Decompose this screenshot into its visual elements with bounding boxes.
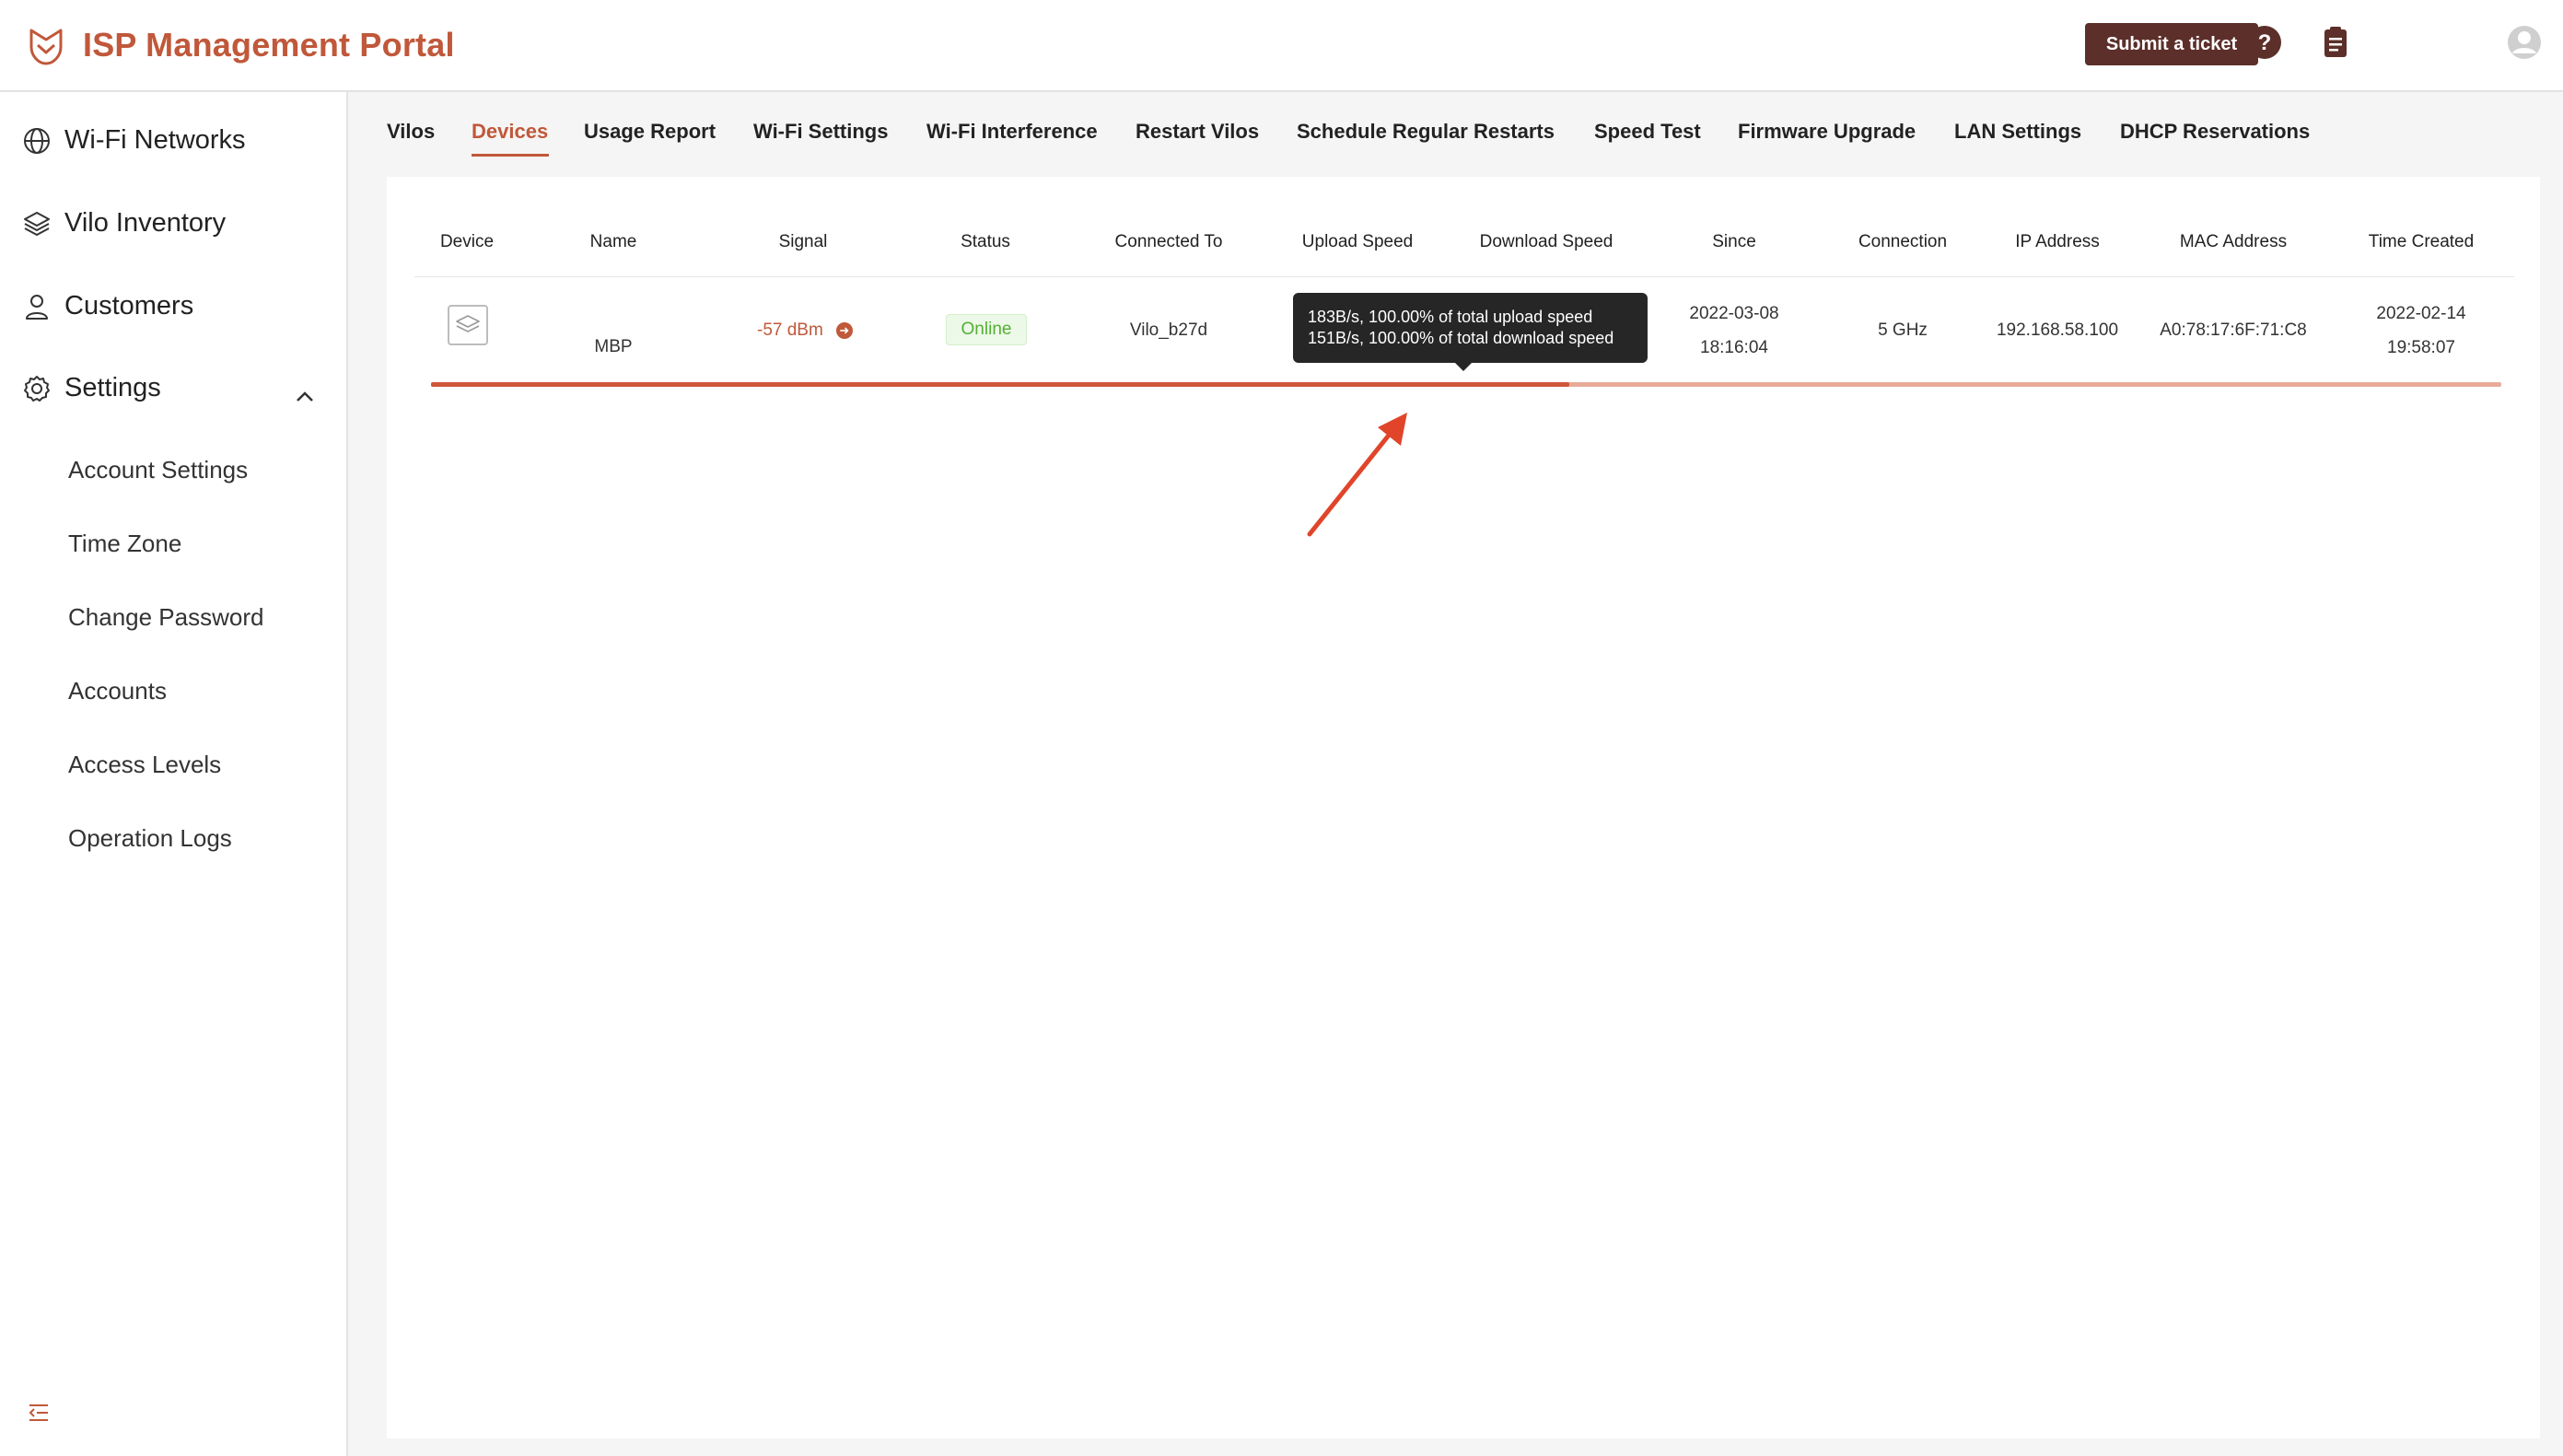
person-icon bbox=[26, 294, 48, 320]
device-layers-icon bbox=[448, 305, 488, 345]
sidebar-item-label: Wi-Fi Networks bbox=[64, 125, 246, 155]
column-header-mac-address[interactable]: MAC Address bbox=[2180, 232, 2287, 252]
tab-usage-report[interactable]: Usage Report bbox=[584, 120, 716, 144]
gear-icon bbox=[24, 375, 50, 402]
signal-value: -57 dBm bbox=[757, 320, 823, 340]
tab-wifi-interference[interactable]: Wi-Fi Interference bbox=[926, 120, 1098, 144]
submit-ticket-button[interactable]: Submit a ticket bbox=[2085, 23, 2258, 65]
layers-icon bbox=[24, 211, 50, 236]
sidebar-item-label: Vilo Inventory bbox=[64, 208, 227, 238]
top-header: ISP Management Portal Submit a ticket ? bbox=[0, 0, 2563, 92]
created-date: 2022-02-14 bbox=[2376, 304, 2466, 323]
column-header-ip-address[interactable]: IP Address bbox=[2015, 232, 2100, 252]
status-badge: Online bbox=[946, 314, 1027, 345]
clipboard-icon[interactable] bbox=[2317, 24, 2354, 61]
tab-dhcp-reservations[interactable]: DHCP Reservations bbox=[2120, 120, 2310, 144]
device-name: MBP bbox=[594, 337, 633, 356]
since-date: 2022-03-08 bbox=[1689, 304, 1779, 323]
connection-band: 5 GHz bbox=[1878, 320, 1928, 340]
active-tab-indicator bbox=[472, 154, 549, 157]
tab-vilos[interactable]: Vilos bbox=[387, 120, 435, 144]
app-title: ISP Management Portal bbox=[83, 26, 455, 64]
column-header-signal[interactable]: Signal bbox=[779, 232, 828, 252]
tab-schedule-regular-restarts[interactable]: Schedule Regular Restarts bbox=[1297, 120, 1555, 144]
tooltip-upload-line: 183B/s, 100.00% of total upload speed bbox=[1308, 308, 1593, 326]
column-header-name[interactable]: Name bbox=[590, 232, 637, 252]
help-circle-icon[interactable]: ? bbox=[2246, 24, 2283, 61]
ip-address: 192.168.58.100 bbox=[1996, 320, 2119, 340]
tab-firmware-upgrade[interactable]: Firmware Upgrade bbox=[1738, 120, 1916, 144]
sidebar-subitem-change-password[interactable]: Change Password bbox=[68, 603, 263, 632]
column-header-download-speed[interactable]: Download Speed bbox=[1480, 232, 1614, 252]
usage-progress-fill bbox=[431, 382, 1570, 387]
usage-progress-bar[interactable] bbox=[431, 382, 2501, 387]
sidebar: Wi-Fi Networks Vilo Inventory Customers … bbox=[0, 92, 348, 1456]
sidebar-subitem-access-levels[interactable]: Access Levels bbox=[68, 751, 221, 779]
logo[interactable]: ISP Management Portal bbox=[24, 23, 455, 67]
column-header-status[interactable]: Status bbox=[961, 232, 1010, 252]
red-arrow-icon bbox=[1307, 413, 1407, 537]
fox-logo-icon bbox=[29, 29, 63, 65]
sidebar-item-customers[interactable]: Customers bbox=[22, 291, 193, 321]
tab-speed-test[interactable]: Speed Test bbox=[1594, 120, 1701, 144]
sidebar-item-wifi-networks[interactable]: Wi-Fi Networks bbox=[22, 125, 246, 156]
sidebar-item-vilo-inventory[interactable]: Vilo Inventory bbox=[22, 208, 226, 239]
sidebar-item-label: Settings bbox=[64, 373, 161, 402]
speed-tooltip: 183B/s, 100.00% of total upload speed 15… bbox=[1293, 293, 1648, 363]
column-header-since[interactable]: Since bbox=[1712, 232, 1756, 252]
connected-to: Vilo_b27d bbox=[1129, 320, 1208, 340]
since-time: 18:16:04 bbox=[1700, 338, 1768, 357]
sidebar-subitem-operation-logs[interactable]: Operation Logs bbox=[68, 824, 232, 853]
sidebar-item-label: Customers bbox=[64, 291, 194, 320]
column-header-connected-to[interactable]: Connected To bbox=[1115, 232, 1223, 252]
chevron-up-icon[interactable] bbox=[291, 383, 319, 411]
column-header-time-created[interactable]: Time Created bbox=[2369, 232, 2474, 252]
tab-lan-settings[interactable]: LAN Settings bbox=[1954, 120, 2081, 144]
column-header-upload-speed[interactable]: Upload Speed bbox=[1302, 232, 1413, 252]
globe-icon bbox=[24, 127, 50, 154]
svg-text:?: ? bbox=[2258, 30, 2272, 55]
column-header-connection[interactable]: Connection bbox=[1858, 232, 1947, 252]
sidebar-subitem-account-settings[interactable]: Account Settings bbox=[68, 456, 248, 484]
tooltip-pointer bbox=[1455, 363, 1472, 371]
tab-devices[interactable]: Devices bbox=[472, 120, 548, 144]
tooltip-download-line: 151B/s, 100.00% of total download speed bbox=[1308, 329, 1614, 347]
tab-restart-vilos[interactable]: Restart Vilos bbox=[1136, 120, 1259, 144]
arrow-right-circle-icon[interactable]: ➜ bbox=[835, 322, 853, 339]
menu-collapse-icon[interactable] bbox=[26, 1400, 52, 1426]
tab-wifi-settings[interactable]: Wi-Fi Settings bbox=[753, 120, 888, 144]
header-divider bbox=[414, 276, 2514, 277]
column-header-device[interactable]: Device bbox=[440, 232, 494, 252]
sidebar-item-settings[interactable]: Settings bbox=[22, 373, 161, 403]
signal-strength[interactable]: -57 dBm ➜ bbox=[757, 320, 853, 341]
mac-address: A0:78:17:6F:71:C8 bbox=[2160, 320, 2307, 340]
user-avatar-icon[interactable] bbox=[2506, 24, 2543, 61]
created-time: 19:58:07 bbox=[2387, 338, 2455, 357]
sidebar-subitem-time-zone[interactable]: Time Zone bbox=[68, 530, 181, 558]
sidebar-subitem-accounts[interactable]: Accounts bbox=[68, 677, 167, 705]
